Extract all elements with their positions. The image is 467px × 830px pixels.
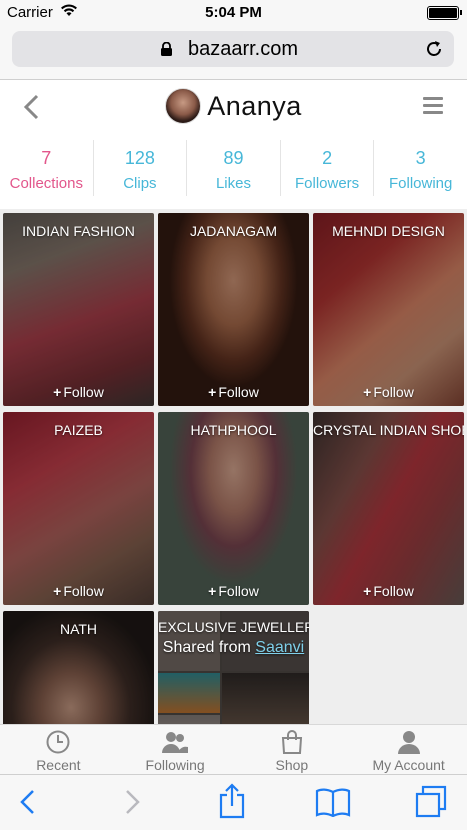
stat-value: 128 <box>124 148 155 168</box>
people-icon <box>162 732 189 753</box>
stat-label: Likes <box>215 175 251 192</box>
collection-card[interactable]: JADANAGAM + Follow <box>158 213 309 406</box>
collection-title: INDIAN FASHION <box>22 223 135 239</box>
follow-button[interactable]: + Follow <box>313 384 464 400</box>
person-icon <box>397 731 420 754</box>
follow-label: Follow <box>218 384 259 400</box>
tab-label: Following <box>145 757 205 773</box>
follow-label: Follow <box>373 583 414 599</box>
follow-button[interactable]: + Follow <box>158 583 309 599</box>
collection-title: CRYSTAL INDIAN SHOES <box>313 422 464 438</box>
collections-grid: INDIAN FASHION + Follow JADANAGAM + Follow… <box>0 209 467 724</box>
shared-user-link[interactable]: Saanvi <box>255 639 304 656</box>
plus-icon: + <box>208 583 217 599</box>
bookmarks-icon[interactable] <box>315 787 351 817</box>
collection-title: PAIZEB <box>54 422 103 438</box>
shared-prefix: Shared from <box>162 639 251 656</box>
follow-button[interactable]: + Follow <box>3 384 154 400</box>
browser-address-area: bazaarr.com <box>0 26 467 80</box>
stat-label: Clips <box>123 175 157 192</box>
url-text: bazaarr.com <box>187 38 299 60</box>
collection-title: HATHPHOOL <box>190 422 277 438</box>
stat-value: 89 <box>223 148 244 168</box>
stat-clips[interactable]: 128 Clips <box>94 140 188 196</box>
status-bar: Carrier 5:04 PM <box>0 0 467 26</box>
image-overlay <box>158 213 309 406</box>
tabs-icon[interactable] <box>414 785 448 819</box>
app-header: Ananya <box>0 81 467 133</box>
plus-icon: + <box>363 384 372 400</box>
clock-icon <box>46 730 70 754</box>
browser-back-icon[interactable] <box>18 787 38 817</box>
stat-label: Following <box>388 175 453 192</box>
tab-my-account[interactable]: My Account <box>350 725 467 774</box>
image-overlay <box>158 412 309 605</box>
stat-value: 7 <box>41 148 52 168</box>
collection-card[interactable]: CRYSTAL INDIAN SHOES + Follow <box>313 412 464 605</box>
tab-label: My Account <box>372 757 445 773</box>
collection-title: EXCLUSIVE JEWELLERY <box>158 619 309 635</box>
collection-card[interactable]: NATH <box>3 611 154 724</box>
tab-shop[interactable]: Shop <box>234 725 351 774</box>
follow-button[interactable]: + Follow <box>313 583 464 599</box>
shopping-bag-icon <box>281 730 302 754</box>
collection-card[interactable]: HATHPHOOL + Follow <box>158 412 309 605</box>
battery-icon <box>427 6 462 20</box>
bottom-tab-bar: Recent Following Shop My Account <box>0 724 467 774</box>
collection-card[interactable]: MEHNDI DESIGN + Follow <box>313 213 464 406</box>
image-overlay <box>313 213 464 406</box>
stat-label: Followers <box>294 175 360 192</box>
profile-stats: 7 Collections 128 Clips 89 Likes 2 Follo… <box>0 140 467 205</box>
address-bar[interactable]: bazaarr.com <box>12 31 454 67</box>
stat-value: 2 <box>322 148 333 168</box>
collection-title: JADANAGAM <box>189 223 278 239</box>
collection-card[interactable]: PAIZEB + Follow <box>3 412 154 605</box>
avatar <box>165 88 202 124</box>
browser-toolbar <box>0 774 467 830</box>
follow-label: Follow <box>373 384 414 400</box>
plus-icon: + <box>363 583 372 599</box>
browser-forward-icon[interactable] <box>122 787 142 817</box>
stat-label: Collections <box>9 175 83 192</box>
collection-card[interactable]: INDIAN FASHION + Follow <box>3 213 154 406</box>
tab-label: Recent <box>36 757 81 773</box>
stat-likes[interactable]: 89 Likes <box>187 140 281 196</box>
follow-label: Follow <box>63 384 104 400</box>
shared-from-text: Shared from Saanvi <box>158 639 309 657</box>
status-time: 5:04 PM <box>205 4 262 21</box>
image-overlay <box>313 412 464 605</box>
follow-label: Follow <box>63 583 104 599</box>
reload-icon[interactable] <box>424 39 444 59</box>
image-overlay <box>3 213 154 406</box>
share-icon[interactable] <box>218 783 246 819</box>
tab-label: Shop <box>275 757 309 773</box>
plus-icon: + <box>53 583 62 599</box>
profile-name: Ananya <box>207 90 302 121</box>
profile-heading: Ananya <box>0 88 467 124</box>
stat-following[interactable]: 3 Following <box>374 140 467 196</box>
follow-button[interactable]: + Follow <box>158 384 309 400</box>
follow-button[interactable]: + Follow <box>3 583 154 599</box>
tab-following[interactable]: Following <box>117 725 234 774</box>
image-overlay <box>3 412 154 605</box>
plus-icon: + <box>53 384 62 400</box>
collection-title: NATH <box>59 621 98 637</box>
collection-card[interactable]: EXCLUSIVE JEWELLERY Shared from Saanvi <box>158 611 309 724</box>
stat-value: 3 <box>415 148 426 168</box>
collection-title: MEHNDI DESIGN <box>332 223 445 239</box>
tab-recent[interactable]: Recent <box>0 725 117 774</box>
hamburger-menu-icon[interactable] <box>423 97 443 115</box>
plus-icon: + <box>208 384 217 400</box>
follow-label: Follow <box>218 583 259 599</box>
stat-followers[interactable]: 2 Followers <box>281 140 375 196</box>
stat-collections[interactable]: 7 Collections <box>0 140 94 196</box>
